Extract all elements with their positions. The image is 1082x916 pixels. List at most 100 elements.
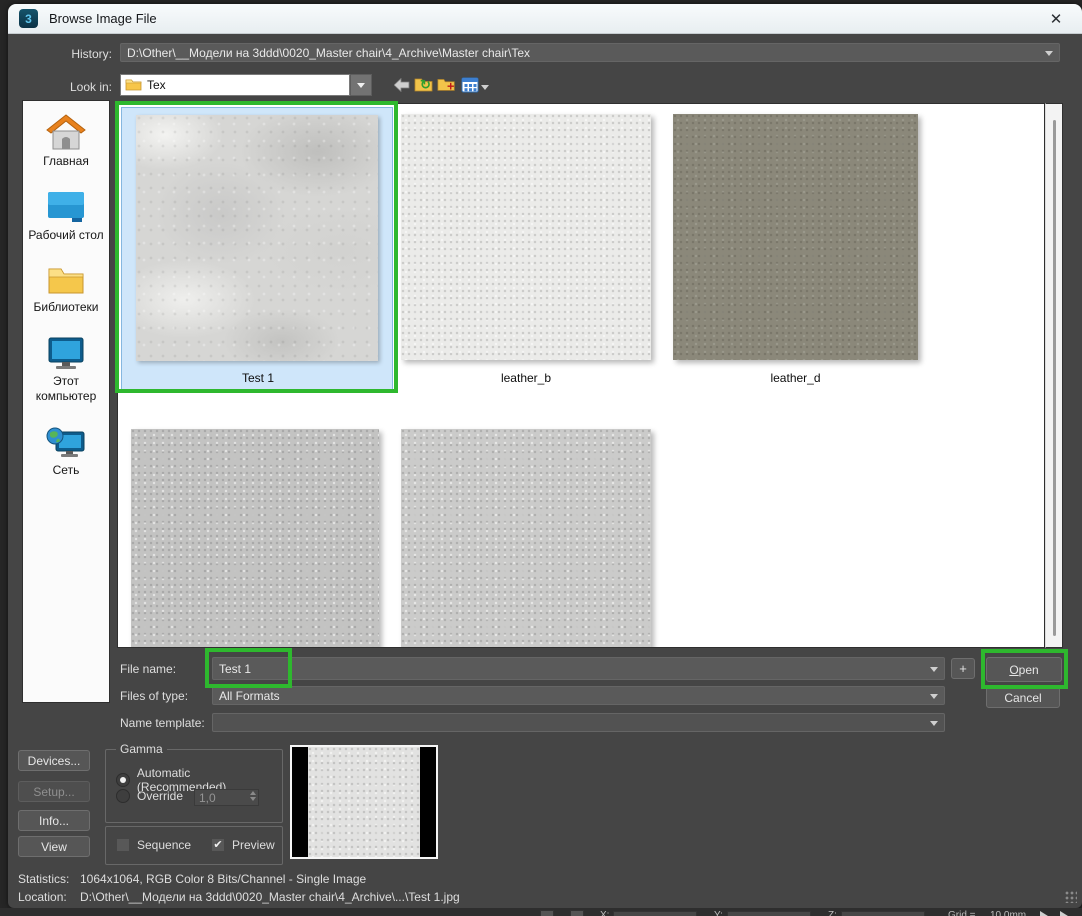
look-in-label: Look in: [8, 79, 112, 95]
chevron-down-icon [357, 83, 365, 88]
spinner-up-icon[interactable] [250, 791, 256, 795]
radio-selected-icon[interactable] [116, 773, 130, 787]
y-coordinate-label: Y: [714, 910, 723, 916]
coordinate-mode-icon[interactable] [570, 910, 584, 916]
file-label: leather_b [401, 371, 651, 385]
x-coordinate-label: X: [600, 910, 609, 916]
devices-button[interactable]: Devices... [18, 750, 90, 771]
go-to-last-folder-icon[interactable]: ↻ [414, 74, 434, 94]
radio-unselected-icon[interactable] [116, 789, 130, 803]
file-list-scrollbar[interactable] [1045, 103, 1063, 648]
thumbnail-leather-d [673, 114, 918, 360]
view-menu-icon[interactable] [460, 75, 480, 95]
view-button[interactable]: View [18, 836, 90, 857]
files-of-type-label: Files of type: [120, 688, 188, 704]
look-in-value: Tex [147, 78, 166, 92]
screen: 3 Browse Image File ✕ History: D:\Other\… [0, 0, 1082, 916]
gamma-override-spinner[interactable]: 1,0 [194, 789, 259, 806]
resize-grip[interactable] [1065, 891, 1077, 903]
thumbnail-untitled-2[interactable] [401, 429, 651, 648]
sidebar-item-desktop[interactable]: Рабочий стол [23, 189, 109, 243]
sidebar-item-libraries[interactable]: Библиотеки [23, 263, 109, 315]
thumbnail-untitled-1[interactable] [131, 429, 379, 648]
play-icon[interactable] [1040, 911, 1048, 916]
name-template-label: Name template: [120, 715, 205, 731]
file-name-input[interactable]: Test 1 [212, 657, 945, 680]
file-name-label: File name: [120, 661, 176, 677]
folder-icon [125, 78, 142, 92]
z-coordinate-field[interactable] [841, 911, 925, 916]
preview-image-box [290, 745, 438, 859]
history-dropdown[interactable]: D:\Other\__Модели на 3ddd\0020_Master ch… [120, 43, 1060, 62]
back-arrow-icon[interactable] [392, 75, 412, 95]
chevron-down-icon[interactable] [1045, 51, 1053, 56]
sequence-option[interactable]: Sequence [116, 838, 191, 852]
location-value: D:\Other\__Модели на 3ddd\0020_Master ch… [80, 890, 460, 904]
sidebar-item-network[interactable]: Сеть [23, 424, 109, 478]
thumbnail-leather-b [401, 114, 651, 360]
create-new-folder-icon[interactable]: + [437, 74, 457, 94]
files-of-type-value: All Formats [219, 689, 280, 703]
gamma-override-option[interactable]: Override [116, 789, 183, 803]
thumbnail-test1 [136, 115, 378, 361]
y-coordinate-field[interactable] [727, 911, 811, 916]
add-history-button[interactable]: + [951, 658, 975, 679]
chevron-down-icon[interactable] [930, 667, 938, 672]
network-icon [44, 424, 88, 460]
close-icon[interactable]: ✕ [1046, 9, 1066, 29]
files-of-type-dropdown[interactable]: All Formats [212, 686, 945, 705]
setup-button: Setup... [18, 781, 90, 802]
checkbox-checked-icon[interactable]: ✔ [211, 838, 225, 852]
sidebar-item-label: Главная [43, 154, 89, 169]
computer-icon [44, 335, 88, 371]
scrollbar-thumb[interactable] [1053, 120, 1056, 636]
sidebar-item-label: Библиотеки [33, 300, 98, 315]
svg-text:↻: ↻ [420, 77, 431, 92]
file-name-value: Test 1 [219, 662, 251, 676]
gamma-group-title: Gamma [116, 742, 167, 756]
file-tile-leather-d[interactable]: leather_d [673, 104, 918, 394]
checkbox-unchecked-icon[interactable] [116, 838, 130, 852]
home-icon [45, 113, 87, 151]
desktop-icon [44, 189, 88, 225]
lock-selection-icon[interactable] [540, 910, 554, 916]
open-button[interactable]: Open [986, 657, 1062, 682]
statistics-label: Statistics: [18, 872, 69, 886]
options-group: Sequence ✔ Preview [105, 826, 283, 865]
svg-text:+: + [447, 78, 454, 93]
spinner-down-icon[interactable] [250, 797, 256, 801]
sidebar-item-label: Сеть [53, 463, 80, 478]
chevron-down-icon[interactable] [930, 694, 938, 699]
preview-image [308, 747, 420, 857]
x-coordinate-field[interactable] [613, 911, 697, 916]
sidebar-item-home[interactable]: Главная [23, 113, 109, 169]
libraries-icon [45, 263, 87, 297]
browse-image-file-dialog: 3 Browse Image File ✕ History: D:\Other\… [8, 4, 1082, 908]
sidebar-item-this-pc[interactable]: Этот компьютер [23, 335, 109, 404]
history-label: History: [8, 46, 112, 62]
name-template-input[interactable] [212, 713, 945, 732]
gamma-group: Gamma Automatic (Recommended) Override 1… [105, 749, 283, 823]
z-coordinate-label: Z: [828, 910, 837, 916]
3ds-max-logo-icon: 3 [19, 9, 38, 28]
dialog-titlebar[interactable]: 3 Browse Image File ✕ [8, 4, 1082, 34]
next-frame-icon[interactable] [1060, 911, 1068, 916]
view-menu-chevron-icon[interactable] [479, 77, 491, 97]
look-in-combo[interactable]: Tex [120, 74, 350, 96]
sidebar-item-label: Этот компьютер [23, 374, 109, 404]
file-label: leather_d [673, 371, 918, 385]
cancel-button[interactable]: Cancel [986, 687, 1060, 708]
file-list-panel[interactable]: Test 1 leather_b leather_d [117, 103, 1045, 648]
grid-size-value: 10.0mm [990, 910, 1026, 916]
info-button[interactable]: Info... [18, 810, 90, 831]
preview-option[interactable]: ✔ Preview [211, 838, 275, 852]
file-tile-leather-b[interactable]: leather_b [401, 104, 651, 394]
dialog-title: Browse Image File [49, 11, 157, 26]
file-tile-test1[interactable]: Test 1 [121, 107, 393, 392]
look-in-dropdown-button[interactable] [350, 74, 372, 96]
statistics-value: 1064x1064, RGB Color 8 Bits/Channel - Si… [80, 872, 366, 886]
chevron-down-icon[interactable] [930, 721, 938, 726]
file-label: Test 1 [122, 371, 394, 385]
places-sidebar: Главная Рабочий стол Библиотеки [22, 100, 110, 703]
sidebar-item-label: Рабочий стол [28, 228, 103, 243]
